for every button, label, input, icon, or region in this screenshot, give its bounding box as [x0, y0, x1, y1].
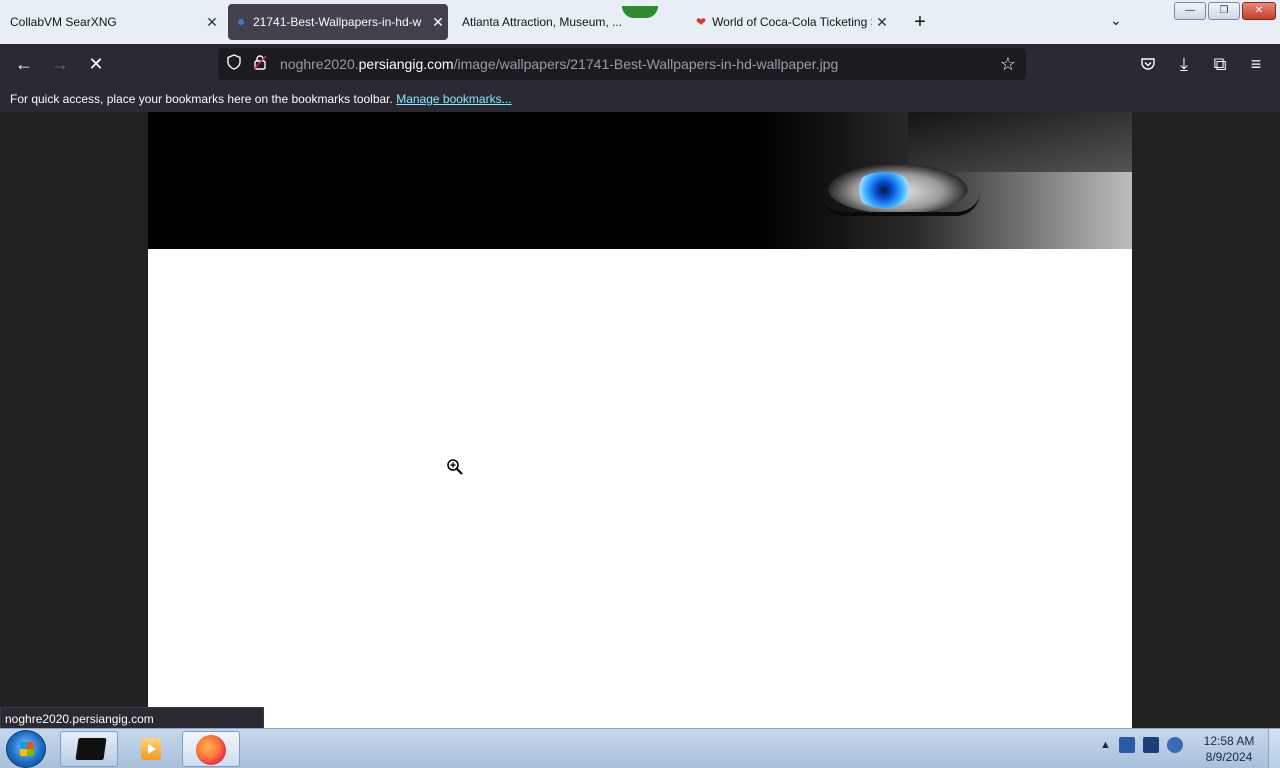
eyelash-line	[820, 192, 980, 216]
close-tab-icon[interactable]: ✕	[202, 14, 222, 31]
url-host: persiangig.com	[358, 56, 454, 72]
app-menu-icon[interactable]: ≡	[1244, 52, 1268, 76]
list-all-tabs-icon[interactable]: ⌄	[1110, 12, 1122, 29]
tab-label: CollabVM SearXNG	[10, 15, 117, 29]
coca-cola-favicon-icon: ❤	[696, 15, 707, 29]
loading-favicon-icon	[238, 19, 244, 25]
tab-label: World of Coca-Cola Ticketing S	[712, 15, 872, 29]
window-controls: — ❐ ✕	[1174, 2, 1276, 20]
extensions-icon[interactable]: ⧉	[1208, 52, 1232, 76]
url-path: /image/wallpapers/21741-Best-Wallpapers-…	[453, 56, 839, 72]
close-tab-icon[interactable]: ✕	[872, 14, 892, 31]
windows-logo-icon	[20, 742, 34, 756]
taskbar-clock[interactable]: 12:58 AM 8/9/2024	[1198, 733, 1260, 765]
clock-date: 8/9/2024	[1205, 750, 1253, 764]
bookmarks-hint-text: For quick access, place your bookmarks h…	[10, 92, 393, 106]
pocket-icon[interactable]	[1136, 52, 1160, 76]
tab-atlanta-attraction[interactable]: Atlanta Attraction, Museum, ...	[452, 4, 682, 40]
tab-coca-cola-ticketing[interactable]: ❤ World of Coca-Cola Ticketing S ✕	[686, 4, 892, 40]
tab-wallpaper[interactable]: 21741-Best-Wallpapers-in-hd-w ✕	[228, 4, 448, 40]
windows-taskbar: ▲ 12:58 AM 8/9/2024	[0, 728, 1280, 768]
new-tab-button[interactable]: +	[908, 10, 932, 34]
url-text[interactable]: noghre2020.persiangig.com/image/wallpape…	[280, 56, 838, 72]
bookmarks-toolbar: For quick access, place your bookmarks h…	[0, 84, 1280, 112]
stop-loading-icon[interactable]: ✕	[84, 52, 108, 76]
url-host-prefix: noghre2020.	[280, 56, 359, 72]
tracking-protection-shield-icon[interactable]	[224, 54, 244, 74]
zoom-in-cursor-icon	[446, 458, 464, 476]
navigation-toolbar: ← → ✕ noghre2020.persiangig.com/image/wa…	[0, 44, 1280, 84]
bookmark-star-icon[interactable]: ☆	[998, 54, 1018, 74]
taskbar-firefox-button[interactable]	[182, 731, 240, 767]
taskbar-media-player-button[interactable]	[120, 731, 178, 767]
volume-icon[interactable]	[1166, 737, 1183, 753]
minimize-button[interactable]: —	[1174, 2, 1206, 20]
hair-shading	[908, 112, 1132, 172]
close-window-button[interactable]: ✕	[1242, 2, 1276, 20]
back-icon[interactable]: ←	[12, 52, 36, 76]
terminal-icon	[75, 738, 107, 760]
taskbar-terminal-button[interactable]	[60, 731, 118, 767]
wallpaper-image[interactable]	[148, 112, 1132, 728]
page-content	[0, 112, 1280, 728]
clock-time: 12:58 AM	[1203, 734, 1255, 748]
tab-label: Atlanta Attraction, Museum, ...	[462, 15, 623, 29]
show-hidden-icons-icon[interactable]: ▲	[1100, 739, 1111, 751]
tab-strip: CollabVM SearXNG ✕ 21741-Best-Wallpapers…	[0, 0, 1280, 44]
forward-icon[interactable]: →	[48, 52, 72, 76]
restore-button[interactable]: ❐	[1208, 2, 1240, 20]
url-bar[interactable]: noghre2020.persiangig.com/image/wallpape…	[218, 48, 1026, 80]
close-tab-icon[interactable]: ✕	[428, 14, 448, 31]
manage-bookmarks-link[interactable]: Manage bookmarks...	[396, 92, 511, 106]
system-tray: ▲	[1100, 737, 1183, 753]
start-button[interactable]	[6, 730, 46, 768]
tray-app-icon[interactable]	[1118, 737, 1135, 753]
media-player-icon	[141, 738, 161, 760]
insecure-lock-icon[interactable]	[250, 54, 270, 74]
tab-label: 21741-Best-Wallpapers-in-hd-w	[253, 15, 422, 29]
status-panel: noghre2020.persiangig.com	[0, 707, 264, 729]
show-desktop-button[interactable]	[1268, 729, 1280, 768]
firefox-icon	[196, 735, 226, 765]
network-icon[interactable]	[1142, 737, 1159, 753]
downloads-icon[interactable]: ⤓	[1172, 52, 1196, 76]
tab-collabvm-searxng[interactable]: CollabVM SearXNG ✕	[0, 4, 222, 40]
